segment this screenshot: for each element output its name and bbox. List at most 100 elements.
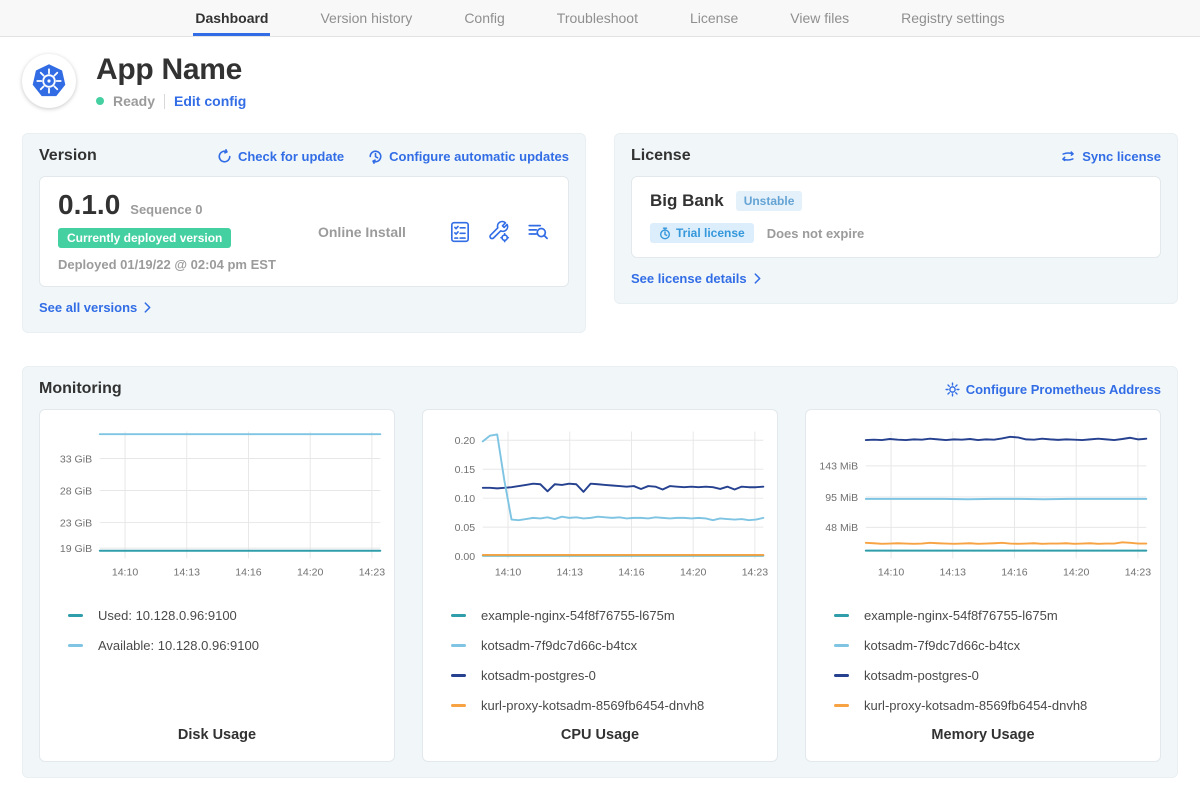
configure-prometheus-link[interactable]: Configure Prometheus Address [945, 382, 1161, 397]
see-all-versions-label: See all versions [39, 300, 137, 315]
view-logs-icon[interactable] [526, 220, 550, 244]
memory-usage-legend: example-nginx-54f8f76755-l675mkotsadm-7f… [812, 593, 1154, 713]
trial-license-label: Trial license [676, 226, 745, 240]
see-license-details-label: See license details [631, 271, 747, 286]
charts-row: 14:1014:1314:1614:2014:2333 GiB28 GiB23 … [39, 409, 1161, 762]
tab-config[interactable]: Config [462, 0, 506, 36]
current-version-panel: 0.1.0 Sequence 0 Currently deployed vers… [39, 176, 569, 287]
tab-version-history[interactable]: Version history [318, 0, 414, 36]
customer-name: Big Bank [650, 191, 724, 211]
legend-item: kurl-proxy-kotsadm-8569fb6454-dnvh8 [451, 683, 771, 713]
see-all-versions-link[interactable]: See all versions [39, 300, 151, 315]
svg-text:0.00: 0.00 [455, 551, 476, 563]
app-status: Ready [113, 93, 155, 109]
tab-registry-settings[interactable]: Registry settings [899, 0, 1006, 36]
legend-label: kotsadm-7f9dc7d66c-b4tcx [864, 638, 1020, 653]
svg-text:0.10: 0.10 [455, 493, 476, 505]
svg-text:14:20: 14:20 [297, 567, 324, 579]
disk-usage-legend: Used: 10.128.0.96:9100Available: 10.128.… [46, 593, 388, 653]
svg-text:0.20: 0.20 [455, 435, 476, 447]
channel-badge: Unstable [736, 191, 803, 211]
legend-item: Available: 10.128.0.96:9100 [68, 623, 388, 653]
configure-auto-updates-link[interactable]: Configure automatic updates [368, 149, 569, 164]
tab-dashboard[interactable]: Dashboard [193, 0, 270, 36]
legend-swatch [451, 674, 466, 677]
expiry-text: Does not expire [767, 226, 865, 241]
check-for-update-link[interactable]: Check for update [217, 149, 344, 164]
svg-text:14:16: 14:16 [235, 567, 262, 579]
legend-swatch [451, 644, 466, 647]
tab-view-files[interactable]: View files [788, 0, 851, 36]
app-header: App Name Ready Edit config [0, 37, 1200, 133]
refresh-icon [217, 149, 232, 164]
config-wrench-icon[interactable] [487, 220, 511, 244]
sync-license-link[interactable]: Sync license [1060, 149, 1161, 164]
svg-text:14:16: 14:16 [1001, 567, 1028, 579]
svg-text:14:23: 14:23 [1125, 567, 1152, 579]
stopwatch-icon [659, 227, 671, 240]
trial-license-badge: Trial license [650, 223, 754, 243]
version-card: Version Check for update Configure au [22, 133, 586, 333]
disk-usage-plot: 14:1014:1314:1614:2014:2333 GiB28 GiB23 … [46, 422, 388, 585]
page-title: App Name [96, 53, 246, 87]
legend-item: example-nginx-54f8f76755-l675m [451, 593, 771, 623]
svg-text:0.15: 0.15 [455, 464, 476, 476]
legend-label: kurl-proxy-kotsadm-8569fb6454-dnvh8 [481, 698, 704, 713]
see-license-details-link[interactable]: See license details [631, 271, 761, 286]
divider [164, 94, 165, 109]
legend-swatch [834, 644, 849, 647]
deployed-badge: Currently deployed version [58, 228, 231, 248]
svg-text:14:13: 14:13 [174, 567, 201, 579]
tab-license[interactable]: License [688, 0, 740, 36]
svg-text:14:13: 14:13 [940, 567, 967, 579]
license-card-title: License [631, 147, 691, 165]
svg-text:14:20: 14:20 [1063, 567, 1090, 579]
configure-prometheus-label: Configure Prometheus Address [966, 382, 1161, 397]
svg-text:19 GiB: 19 GiB [60, 543, 92, 555]
kubernetes-icon [30, 62, 68, 100]
svg-text:95 MiB: 95 MiB [825, 492, 858, 504]
legend-item: kotsadm-7f9dc7d66c-b4tcx [451, 623, 771, 653]
legend-label: kotsadm-postgres-0 [864, 668, 979, 683]
version-card-title: Version [39, 147, 97, 165]
gear-icon [945, 382, 960, 397]
cpu-usage-title: CPU Usage [429, 713, 771, 743]
license-panel: Big Bank Unstable Trial license Does not… [631, 176, 1161, 258]
svg-text:14:13: 14:13 [557, 567, 584, 579]
svg-text:0.05: 0.05 [455, 522, 476, 534]
memory-usage-plot: 14:1014:1314:1614:2014:23143 MiB95 MiB48… [812, 422, 1154, 585]
disk-usage-chart-card: 14:1014:1314:1614:2014:2333 GiB28 GiB23 … [39, 409, 395, 762]
top-nav: Dashboard Version history Config Troublesho… [0, 0, 1200, 37]
svg-text:23 GiB: 23 GiB [60, 517, 92, 529]
tab-troubleshoot[interactable]: Troubleshoot [555, 0, 640, 36]
legend-swatch [834, 704, 849, 707]
app-logo [22, 54, 76, 108]
legend-swatch [451, 614, 466, 617]
legend-label: kotsadm-postgres-0 [481, 668, 596, 683]
legend-item: Used: 10.128.0.96:9100 [68, 593, 388, 623]
preflight-checks-icon[interactable] [448, 220, 472, 244]
disk-usage-title: Disk Usage [46, 713, 388, 743]
legend-swatch [451, 704, 466, 707]
status-dot [96, 97, 104, 105]
svg-text:14:16: 14:16 [618, 567, 645, 579]
svg-text:143 MiB: 143 MiB [819, 461, 858, 473]
check-for-update-label: Check for update [238, 149, 344, 164]
svg-text:28 GiB: 28 GiB [60, 485, 92, 497]
chevron-right-icon [144, 302, 151, 313]
license-card: License Sync license Big Bank Unstable [614, 133, 1178, 304]
legend-label: Used: 10.128.0.96:9100 [98, 608, 237, 623]
svg-text:14:23: 14:23 [359, 567, 386, 579]
svg-text:14:23: 14:23 [742, 567, 769, 579]
legend-item: kotsadm-postgres-0 [451, 653, 771, 683]
sync-icon [1060, 149, 1076, 164]
cpu-usage-plot: 14:1014:1314:1614:2014:230.200.150.100.0… [429, 422, 771, 585]
legend-item: kurl-proxy-kotsadm-8569fb6454-dnvh8 [834, 683, 1154, 713]
summary-cards-row: Version Check for update Configure au [0, 133, 1200, 333]
svg-text:14:10: 14:10 [495, 567, 522, 579]
edit-config-link[interactable]: Edit config [174, 93, 246, 109]
legend-label: kurl-proxy-kotsadm-8569fb6454-dnvh8 [864, 698, 1087, 713]
deployed-timestamp: Deployed 01/19/22 @ 02:04 pm EST [58, 257, 276, 272]
monitoring-section: Monitoring Configure Prometheus Address … [22, 366, 1178, 778]
version-number: 0.1.0 [58, 191, 120, 219]
